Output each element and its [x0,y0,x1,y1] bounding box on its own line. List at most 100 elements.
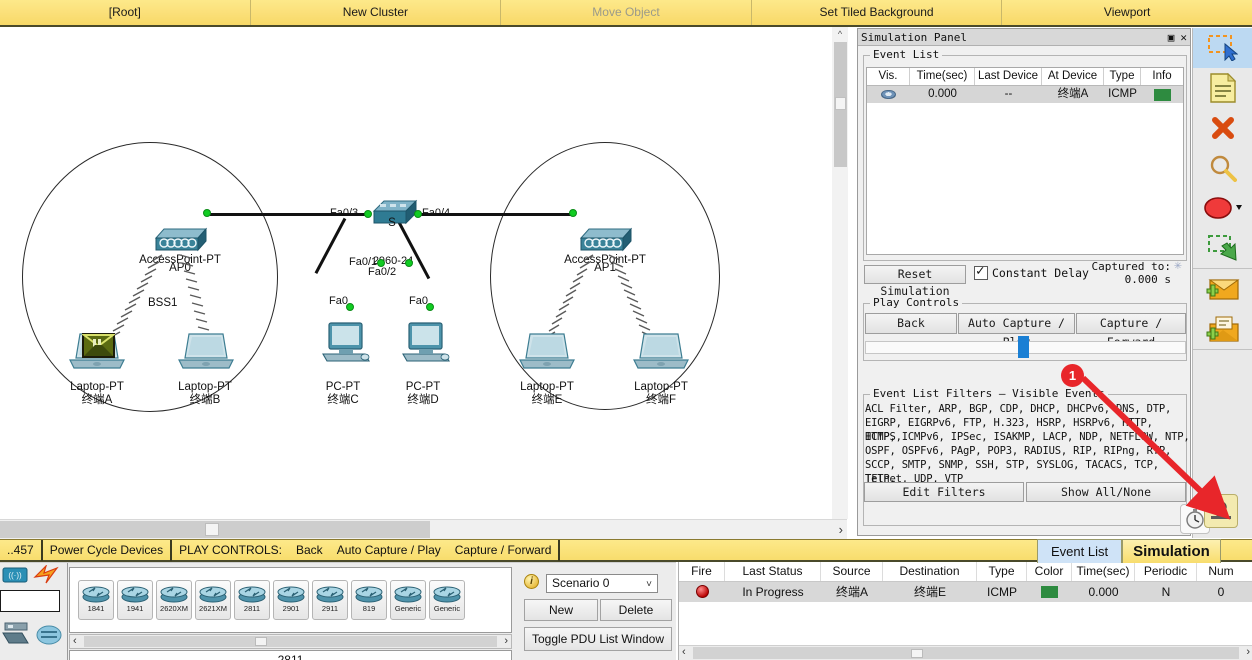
back-button[interactable]: Back [865,313,957,334]
pdu-list-panel: Fire Last Status Source Destination Type… [678,562,1252,660]
device-item-2901[interactable]: 2901 [273,580,309,620]
device-item-2621XM[interactable]: 2621XM [195,580,231,620]
menu-item-new-cluster[interactable]: New Cluster [251,0,502,25]
device-shelf[interactable]: 1841 1941 2620XM 2621XM 2811 2901 2911 8… [69,567,512,633]
eye-icon[interactable] [881,90,896,99]
auto-capture-play-button[interactable]: Auto Capture / Play [958,313,1075,349]
event-list-table[interactable]: Vis. Time(sec) Last Device At Device Typ… [866,67,1184,255]
select-tool-icon-button[interactable] [1193,28,1252,68]
hubs-icon[interactable] [36,623,62,647]
menu-item-move-object[interactable]: Move Object [501,0,752,25]
pdu-fire-cell[interactable] [679,582,725,602]
add-complex-pdu-icon-button[interactable] [1193,309,1252,349]
reset-simulation-button[interactable]: Reset Simulation [864,265,966,298]
edit-filters-button[interactable]: Edit Filters [864,482,1024,502]
chevron-down-icon[interactable]: ˅ [646,576,652,593]
toolbar-divider-2 [1193,349,1252,350]
device-label: 2811 [243,604,261,613]
constant-delay-checkbox[interactable]: ✓ [974,263,988,280]
device-label: 2620XM [160,604,188,613]
column-last-device: Last Device [975,68,1042,85]
network-topology-canvas[interactable]: S 2960-24 Fa0/3 Fa0/4 Fa0/1 Fa0/2 Access… [0,27,847,519]
event-type-cell: ICMP [1108,88,1137,100]
info-icon[interactable]: i [524,574,539,589]
pdu-last-status-cell: In Progress [742,585,804,599]
device-scroll-track[interactable] [84,636,497,647]
add-simple-pdu-icon-button[interactable] [1193,269,1252,309]
toggle-pdu-list-window-button[interactable]: Toggle PDU List Window [524,627,672,651]
event-info-cell[interactable] [1141,86,1183,103]
laptop-icon-terminalE[interactable] [518,332,576,372]
pdu-list-row[interactable]: In Progress 终端A 终端E ICMP 0.000 N 0 [679,582,1252,602]
status-auto-capture-play-button[interactable]: Auto Capture / Play [330,540,448,561]
scenario-dropdown[interactable]: Scenario 0 ˅ [546,574,658,593]
device-item-2811[interactable]: 2811 [234,580,270,620]
power-cycle-devices-button[interactable]: Power Cycle Devices [43,540,170,561]
menu-item-set-tiled-background[interactable]: Set Tiled Background [752,0,1003,25]
simulation-mode-toggle-button[interactable] [1204,494,1238,528]
tab-simulation[interactable]: Simulation [1122,539,1221,563]
device-item-1941[interactable]: 1941 [117,580,153,620]
end-devices-icon[interactable] [2,621,32,649]
node-label-pcC-type: PC-PT [325,381,361,393]
pdu-color-cell[interactable] [1027,582,1072,602]
restore-icon[interactable]: ▣ [1168,31,1175,44]
pdu-list-scrollbar[interactable]: ‹ › [679,645,1252,660]
scroll-left-icon[interactable]: ‹ [682,646,686,658]
device-item-generic-2[interactable]: Generic [429,580,465,620]
status-capture-forward-button[interactable]: Capture / Forward [448,540,559,561]
device-scroll-thumb[interactable] [255,637,267,646]
event-vis-cell[interactable] [867,86,910,103]
svg-text:((·)): ((·)) [8,571,22,580]
delete-scenario-button[interactable]: Delete [600,599,672,621]
simulation-panel-title: Simulation Panel [861,30,967,44]
inspect-magnifier-icon-button[interactable] [1193,148,1252,188]
pdu-scroll-thumb[interactable] [911,649,923,658]
device-item-2911[interactable]: 2911 [312,580,348,620]
event-list-row[interactable]: 0.000 -- 终端A ICMP [867,86,1183,103]
menu-item-viewport[interactable]: Viewport [1002,0,1252,25]
fire-button-icon[interactable] [695,585,709,598]
close-icon[interactable]: ✕ [1180,31,1187,44]
note-tool-icon-button[interactable] [1193,68,1252,108]
scroll-right-icon[interactable]: › [1246,646,1250,658]
status-back-button[interactable]: Back [289,540,330,561]
device-item-2620XM[interactable]: 2620XM [156,580,192,620]
device-label: 2621XM [199,604,227,613]
draw-shape-icon-button[interactable] [1193,188,1252,228]
new-scenario-button[interactable]: New [524,599,598,621]
scroll-left-icon[interactable]: ‹ [73,635,77,647]
capture-forward-button[interactable]: Capture / Forward [1076,313,1186,349]
canvas-hscroll-thumb[interactable] [205,523,219,536]
connections-icon[interactable] [33,565,61,585]
menu-item-root[interactable]: [Root] [0,0,251,25]
router-icon [82,586,110,603]
scroll-right-icon[interactable]: › [839,522,843,537]
show-all-none-button[interactable]: Show All/None [1026,482,1186,502]
link-switch-pcC[interactable] [314,217,347,274]
router-icon [316,586,344,603]
delete-tool-icon-button[interactable] [1193,108,1252,148]
pdu-envelope-icon[interactable] [82,333,115,358]
laptop-icon-terminalB[interactable] [177,332,235,372]
laptop-icon-terminalF[interactable] [632,332,690,372]
canvas-vertical-scrollbar[interactable]: ^ [832,27,848,519]
pc-icon-terminalD[interactable] [401,321,451,366]
scroll-up-icon[interactable]: ^ [832,27,848,41]
canvas-vscroll-thumb[interactable] [835,97,846,110]
resize-shape-icon-button[interactable] [1193,228,1252,268]
simulation-speed-slider-thumb[interactable] [1018,336,1029,358]
device-item-819[interactable]: 819 [351,580,387,620]
pdu-column-num: Num [1208,564,1234,578]
device-item-1841[interactable]: 1841 [78,580,114,620]
pc-icon-terminalC[interactable] [321,321,371,366]
pdu-scroll-track[interactable] [693,647,1239,659]
device-shelf-scrollbar[interactable]: ‹ › [69,634,512,649]
delete-tool-icon [1212,117,1234,139]
port-dot-fa04 [414,210,422,218]
canvas-horizontal-scrollbar[interactable]: › [0,519,847,539]
tab-event-list[interactable]: Event List [1037,539,1123,563]
wireless-devices-icon[interactable]: ((·)) [2,566,28,584]
device-item-generic-1[interactable]: Generic [390,580,426,620]
scroll-right-icon[interactable]: › [504,635,508,647]
